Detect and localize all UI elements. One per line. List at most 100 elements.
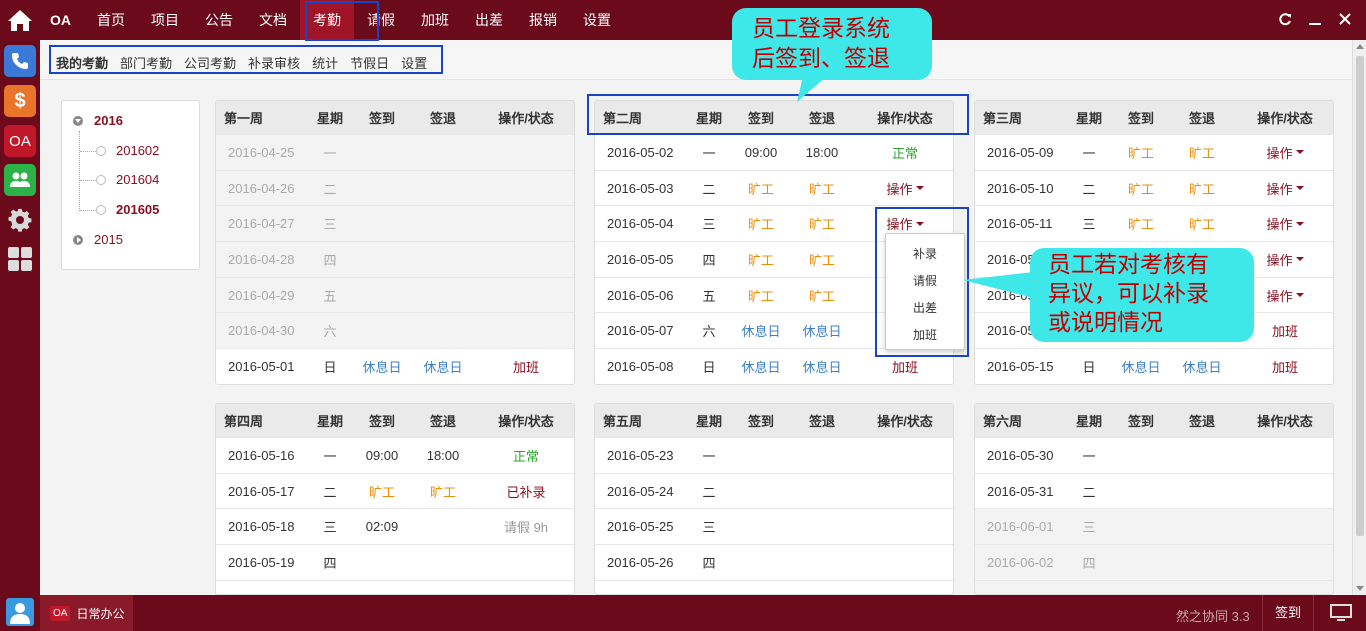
week-header: 第一周 星期 签到 签退 操作/状态 [216, 101, 574, 135]
sign-in-cell [354, 545, 410, 580]
weekday-cell-text: 四 [702, 555, 716, 571]
nav-overtime[interactable]: 加班 [408, 0, 462, 40]
sign-in-cell: 旷工 [733, 206, 789, 241]
sign-in-cell [354, 206, 410, 241]
dollar-icon[interactable]: $ [4, 85, 36, 117]
people-icon[interactable] [4, 164, 36, 196]
scroll-down-icon[interactable] [1356, 586, 1364, 591]
home-icon[interactable] [4, 4, 36, 36]
tree-month-201602[interactable]: 201602 [116, 143, 159, 158]
sign-in-cell [733, 545, 789, 580]
sign-in-cell: 旷工 [733, 278, 789, 313]
status-cell-text: 正常 [512, 448, 539, 464]
nav-announcement[interactable]: 公告 [192, 0, 246, 40]
close-icon[interactable] [1338, 12, 1352, 26]
weekday-cell: 二 [691, 474, 727, 509]
sign-out-cell: 旷工 [1173, 171, 1231, 206]
operation-menu-button[interactable]: 操作 [1237, 135, 1333, 170]
attendance-row: 2016-05-31 二 [975, 474, 1333, 510]
nav-settings[interactable]: 设置 [570, 0, 624, 40]
nav-trip[interactable]: 出差 [462, 0, 516, 40]
operation-menu-button[interactable]: 操作 [1237, 206, 1333, 241]
operation-menu-button[interactable]: 操作 [857, 171, 953, 206]
grid-icon[interactable] [4, 243, 36, 275]
status-cell: 正常 [857, 135, 953, 170]
signin-button[interactable]: 签到 [1262, 595, 1314, 631]
monitor-icon[interactable] [1330, 604, 1352, 625]
sign-in-cell: 休息日 [1113, 349, 1169, 384]
status-cell-text: 正常 [891, 145, 918, 161]
tree-month-201605[interactable]: 201605 [116, 202, 159, 217]
sign-in-cell: 休息日 [354, 349, 410, 384]
gear-icon[interactable] [4, 204, 36, 236]
sign-in-cell [733, 509, 789, 544]
sign-in-cell-text: 旷工 [1127, 217, 1154, 233]
date-cell-text: 2016-05-03 [607, 180, 674, 196]
window-controls [1278, 12, 1352, 26]
attendance-row: 2016-06-01 三 [975, 509, 1333, 546]
sign-out-cell: 旷工 [793, 242, 851, 277]
user-avatar-icon[interactable] [6, 598, 34, 626]
vertical-scrollbar[interactable] [1352, 40, 1366, 595]
attendance-row: 2016-05-30 一 [975, 438, 1333, 474]
weekday-cell-text: 三 [323, 520, 337, 536]
attendance-row: 2016-06-02 四 [975, 545, 1333, 581]
status-cell [478, 171, 574, 206]
scrollbar-thumb[interactable] [1356, 56, 1364, 536]
attendance-row: 2016-05-10 二 旷工 旷工 操作 [975, 171, 1333, 207]
attendance-row: 2016-05-23 一 [595, 438, 953, 474]
expand-icon[interactable] [73, 235, 83, 245]
sign-out-cell: 旷工 [1173, 206, 1231, 241]
date-cell: 2016-05-01 [216, 349, 312, 384]
collapse-icon[interactable] [73, 116, 83, 126]
nav-home[interactable]: 首页 [84, 0, 138, 40]
tree-year-2015[interactable]: 2015 [94, 232, 123, 247]
app-logo: OA [50, 12, 71, 28]
sign-in-cell: 休息日 [733, 313, 789, 348]
callout-makeup: 员工若对考核有 异议，可以补录 或说明情况 [1030, 248, 1254, 342]
attendance-row: 2016-05-26 四 [595, 545, 953, 581]
weekday-cell: 二 [1071, 171, 1107, 206]
status-cell [478, 135, 574, 170]
tree-year-2016[interactable]: 2016 [94, 113, 123, 128]
weekday-cell: 三 [312, 509, 348, 544]
status-cell[interactable]: 加班 [1237, 349, 1333, 384]
col-weekday: 星期 [316, 111, 343, 126]
attendance-row: 2016-05-25 三 [595, 509, 953, 546]
date-cell: 2016-06-02 [975, 545, 1071, 580]
nav-reimburse[interactable]: 报销 [516, 0, 570, 40]
sign-in-cell-text: 旷工 [747, 217, 774, 233]
minimize-icon[interactable] [1308, 12, 1322, 26]
col-operation: 操作/状态 [1257, 414, 1313, 429]
tree-month-201604[interactable]: 201604 [116, 172, 159, 187]
weekday-cell-text: 四 [702, 252, 716, 268]
operation-menu-button[interactable]: 操作 [1237, 171, 1333, 206]
status-cell[interactable]: 加班 [478, 349, 574, 384]
date-cell-text: 2016-05-06 [607, 287, 674, 303]
left-dock: $ OA [0, 0, 40, 595]
oa-icon[interactable]: OA [4, 125, 36, 157]
tree-node-icon [96, 146, 106, 156]
taskbar-app[interactable]: OA 日常办公 [40, 595, 133, 631]
weekday-cell: 二 [312, 171, 348, 206]
sign-out-cell: 旷工 [793, 278, 851, 313]
col-operation: 操作/状态 [1257, 111, 1313, 126]
sign-in-cell [1113, 509, 1169, 544]
weekday-cell: 一 [691, 438, 727, 473]
sign-in-cell-text: 09:00 [365, 447, 399, 463]
scroll-up-icon[interactable] [1356, 44, 1364, 49]
tree-node-icon [96, 175, 106, 185]
phone-icon[interactable] [4, 45, 36, 77]
sign-in-cell-text: 旷工 [368, 484, 395, 500]
nav-document[interactable]: 文档 [246, 0, 300, 40]
status-cell [1237, 509, 1333, 544]
weekday-cell: 一 [1071, 135, 1107, 170]
sign-out-cell: 旷工 [414, 474, 472, 509]
date-cell-text: 2016-05-10 [987, 180, 1054, 196]
weekday-cell-text: 五 [702, 288, 716, 304]
refresh-icon[interactable] [1278, 12, 1292, 26]
col-operation: 操作/状态 [498, 414, 554, 429]
nav-project[interactable]: 项目 [138, 0, 192, 40]
sign-in-cell [1113, 581, 1169, 594]
date-cell: 2016-05-31 [975, 474, 1071, 509]
